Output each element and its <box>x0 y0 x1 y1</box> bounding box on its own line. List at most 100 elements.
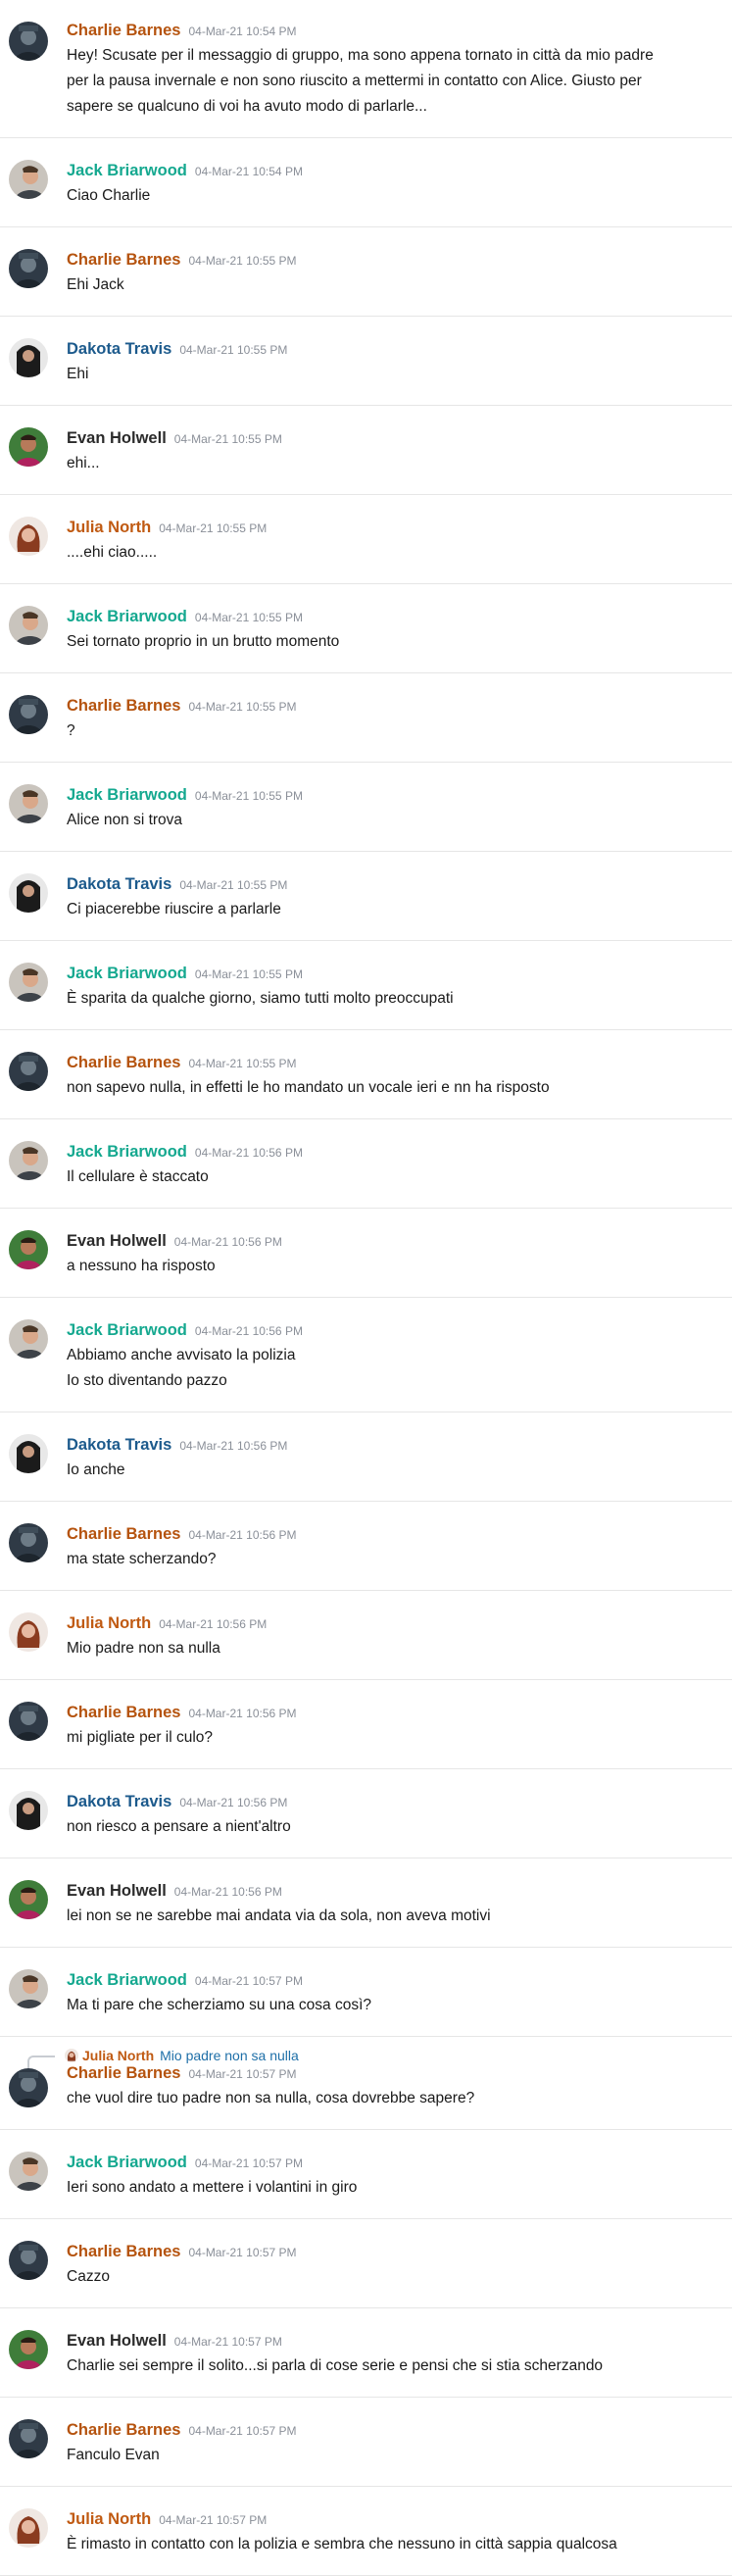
charlie-avatar-icon[interactable] <box>9 249 48 288</box>
reply-author[interactable]: Julia North <box>82 2048 154 2063</box>
message-text: mi pigliate per il culo? <box>67 1729 214 1746</box>
author-name[interactable]: Charlie Barnes <box>67 697 180 716</box>
message-text: Hey! Scusate per il messaggio di gruppo,… <box>67 47 654 64</box>
charlie-avatar-icon[interactable] <box>9 22 48 61</box>
charlie-avatar-icon[interactable] <box>9 2241 48 2280</box>
author-name[interactable]: Charlie Barnes <box>67 251 180 270</box>
chat-message: Evan Holwell 04-Mar-21 10:56 PM a nessuno … <box>0 1209 732 1298</box>
message-text: È sparita da qualche giorno, siamo tutti… <box>67 990 454 1007</box>
author-name[interactable]: Julia North <box>67 1614 151 1633</box>
message-text: Io sto diventando pazzo <box>67 1372 227 1389</box>
author-name[interactable]: Julia North <box>67 2510 151 2529</box>
author-name[interactable]: Charlie Barnes <box>67 22 180 40</box>
evan-avatar-icon[interactable] <box>9 427 48 467</box>
charlie-avatar-icon[interactable] <box>9 1052 48 1091</box>
author-name[interactable]: Jack Briarwood <box>67 1143 187 1162</box>
message-text: È rimasto in contatto con la polizia e s… <box>67 2536 617 2552</box>
message-text: che vuol dire tuo padre non sa nulla, co… <box>67 2090 475 2106</box>
chat-message: Jack Briarwood 04-Mar-21 10:54 PM Ciao Cha… <box>0 138 732 227</box>
charlie-avatar-icon[interactable] <box>9 2068 48 2107</box>
message-timestamp: 04-Mar-21 10:55 PM <box>194 789 303 803</box>
author-name[interactable]: Jack Briarwood <box>67 786 187 805</box>
author-name[interactable]: Jack Briarwood <box>67 1971 187 1990</box>
author-name[interactable]: Jack Briarwood <box>67 162 187 180</box>
message-timestamp: 04-Mar-21 10:54 PM <box>194 165 303 178</box>
author-name[interactable]: Evan Holwell <box>67 1232 167 1251</box>
message-text: non sapevo nulla, in effetti le ho manda… <box>67 1079 550 1096</box>
author-name[interactable]: Julia North <box>67 519 151 537</box>
chat-message: Dakota Travis 04-Mar-21 10:56 PM Io anche <box>0 1412 732 1502</box>
jack-avatar-icon[interactable] <box>9 1969 48 2008</box>
charlie-avatar-icon[interactable] <box>9 2419 48 2458</box>
evan-avatar-icon[interactable] <box>9 1230 48 1269</box>
author-name[interactable]: Charlie Barnes <box>67 1704 180 1722</box>
message-timestamp: 04-Mar-21 10:56 PM <box>179 1796 288 1809</box>
message-text: Io anche <box>67 1461 125 1478</box>
julia-avatar-icon[interactable] <box>9 1612 48 1652</box>
message-text: ma state scherzando? <box>67 1551 217 1567</box>
dakota-avatar-icon[interactable] <box>9 1434 48 1473</box>
author-name[interactable]: Charlie Barnes <box>67 1525 180 1544</box>
message-text: Ci piacerebbe riuscire a parlarle <box>67 901 281 917</box>
chat-message: Evan Holwell 04-Mar-21 10:56 PM lei non se… <box>0 1858 732 1948</box>
charlie-avatar-icon[interactable] <box>9 695 48 734</box>
charlie-avatar-icon[interactable] <box>9 1702 48 1741</box>
julia-avatar-icon[interactable] <box>9 2508 48 2548</box>
evan-avatar-icon[interactable] <box>9 1880 48 1919</box>
message-timestamp: 04-Mar-21 10:57 PM <box>188 2424 297 2438</box>
jack-avatar-icon[interactable] <box>9 1141 48 1180</box>
author-name[interactable]: Dakota Travis <box>67 1793 171 1811</box>
jack-avatar-icon[interactable] <box>9 606 48 645</box>
author-name[interactable]: Jack Briarwood <box>67 1321 187 1340</box>
chat-message: Julia North 04-Mar-21 10:55 PM ....ehi cia… <box>0 495 732 584</box>
message-text: Charlie sei sempre il solito...si parla … <box>67 2357 604 2374</box>
author-name[interactable]: Charlie Barnes <box>67 2421 180 2440</box>
julia-avatar-icon[interactable] <box>9 517 48 556</box>
dakota-avatar-icon[interactable] <box>9 338 48 377</box>
chat-message-list: Charlie Barnes 04-Mar-21 10:54 PM Hey! Scu… <box>0 0 732 2576</box>
author-name[interactable]: Charlie Barnes <box>67 2243 180 2261</box>
message-text: non riesco a pensare a nient'altro <box>67 1818 291 1835</box>
author-name[interactable]: Jack Briarwood <box>67 608 187 626</box>
message-text: ....ehi ciao..... <box>67 544 158 561</box>
message-timestamp: 04-Mar-21 10:55 PM <box>194 611 303 624</box>
author-name[interactable]: Evan Holwell <box>67 2332 167 2351</box>
jack-avatar-icon[interactable] <box>9 1319 48 1359</box>
jack-avatar-icon[interactable] <box>9 2152 48 2191</box>
dakota-avatar-icon[interactable] <box>9 1791 48 1830</box>
author-name[interactable]: Dakota Travis <box>67 340 171 359</box>
reply-preview[interactable]: Julia North Mio padre non sa nulla <box>27 2047 732 2073</box>
dakota-avatar-icon[interactable] <box>9 873 48 913</box>
reply-text[interactable]: Mio padre non sa nulla <box>160 2048 299 2063</box>
author-name[interactable]: Charlie Barnes <box>67 2064 180 2083</box>
author-name[interactable]: Jack Briarwood <box>67 965 187 983</box>
author-name[interactable]: Dakota Travis <box>67 1436 171 1455</box>
chat-message: Evan Holwell 04-Mar-21 10:55 PM ehi... <box>0 406 732 495</box>
author-name[interactable]: Jack Briarwood <box>67 2154 187 2172</box>
chat-message: Evan Holwell 04-Mar-21 10:57 PM Charlie se… <box>0 2308 732 2398</box>
evan-avatar-icon[interactable] <box>9 2330 48 2369</box>
message-text: ehi... <box>67 455 100 471</box>
chat-message: Jack Briarwood 04-Mar-21 10:55 PM Sei torn… <box>0 584 732 673</box>
jack-avatar-icon[interactable] <box>9 963 48 1002</box>
message-timestamp: 04-Mar-21 10:56 PM <box>194 1324 303 1338</box>
jack-avatar-icon[interactable] <box>9 784 48 823</box>
chat-message: Charlie Barnes 04-Mar-21 10:54 PM Hey! Scu… <box>0 0 732 138</box>
message-timestamp: 04-Mar-21 10:55 PM <box>179 343 288 357</box>
message-timestamp: 04-Mar-21 10:57 PM <box>159 2513 268 2527</box>
chat-message: Dakota Travis 04-Mar-21 10:55 PM Ehi <box>0 317 732 406</box>
message-timestamp: 04-Mar-21 10:55 PM <box>179 878 288 892</box>
message-timestamp: 04-Mar-21 10:56 PM <box>188 1528 297 1542</box>
charlie-avatar-icon[interactable] <box>9 1523 48 1562</box>
author-name[interactable]: Dakota Travis <box>67 875 171 894</box>
chat-message: Dakota Travis 04-Mar-21 10:55 PM Ci piacer… <box>0 852 732 941</box>
author-name[interactable]: Charlie Barnes <box>67 1054 180 1072</box>
chat-message: Julia North 04-Mar-21 10:57 PM È rimasto i… <box>0 2487 732 2576</box>
author-name[interactable]: Evan Holwell <box>67 429 167 448</box>
message-timestamp: 04-Mar-21 10:56 PM <box>188 1707 297 1720</box>
jack-avatar-icon[interactable] <box>9 160 48 199</box>
message-timestamp: 04-Mar-21 10:57 PM <box>188 2067 297 2081</box>
message-text: per la pausa invernale e non sono riusci… <box>67 73 642 89</box>
message-timestamp: 04-Mar-21 10:56 PM <box>173 1885 282 1899</box>
author-name[interactable]: Evan Holwell <box>67 1882 167 1901</box>
